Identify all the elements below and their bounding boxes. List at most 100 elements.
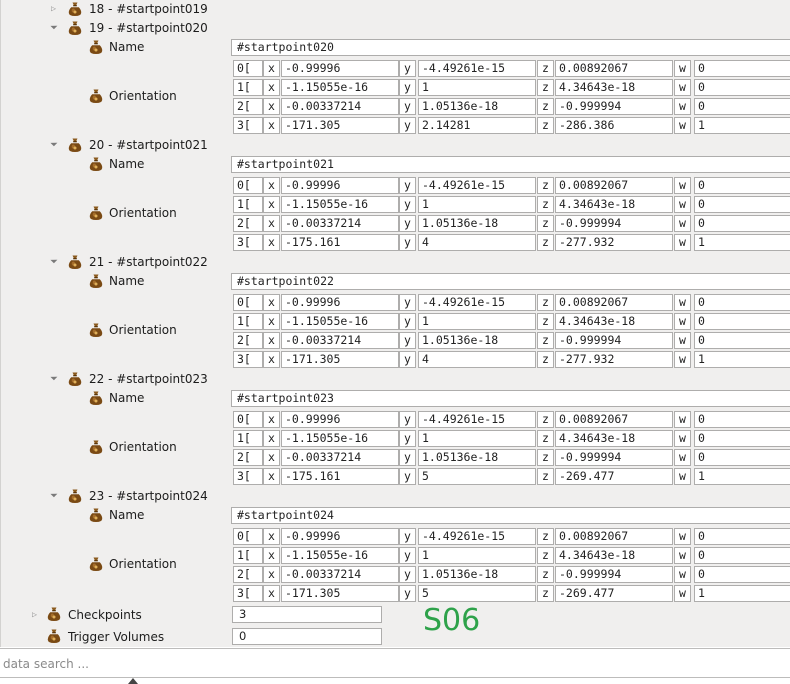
z-value-field[interactable]: -277.932 bbox=[555, 351, 673, 368]
z-value-field[interactable]: 0.00892067 bbox=[555, 411, 673, 428]
z-value-field[interactable]: -269.477 bbox=[555, 468, 673, 485]
z-value-field[interactable]: 0.00892067 bbox=[555, 177, 673, 194]
z-value-field[interactable]: -0.999994 bbox=[555, 332, 673, 349]
z-value-field[interactable]: 4.34643e-18 bbox=[555, 547, 673, 564]
y-value-field[interactable]: 1.05136e-18 bbox=[418, 449, 536, 466]
x-value-field[interactable]: -171.305 bbox=[281, 351, 399, 368]
z-value-field[interactable]: -286.386 bbox=[555, 117, 673, 134]
data-search-input[interactable] bbox=[0, 649, 785, 679]
y-value-field[interactable]: 1.05136e-18 bbox=[418, 215, 536, 232]
w-value-field[interactable]: 0 bbox=[694, 449, 790, 466]
y-value-field[interactable]: 2.14281 bbox=[418, 117, 536, 134]
y-value-field[interactable]: -4.49261e-15 bbox=[418, 528, 536, 545]
w-value-field[interactable]: 0 bbox=[694, 411, 790, 428]
w-value-field[interactable]: 1 bbox=[694, 234, 790, 251]
x-value-field[interactable]: -1.15055e-16 bbox=[281, 79, 399, 96]
x-value-field[interactable]: -0.99996 bbox=[281, 60, 399, 77]
z-value-field[interactable]: 4.34643e-18 bbox=[555, 430, 673, 447]
z-value-field[interactable]: 4.34643e-18 bbox=[555, 196, 673, 213]
w-value-field[interactable]: 0 bbox=[694, 98, 790, 115]
z-value-field[interactable]: 0.00892067 bbox=[555, 294, 673, 311]
w-value-field[interactable]: 0 bbox=[694, 528, 790, 545]
z-value-field[interactable]: -0.999994 bbox=[555, 98, 673, 115]
y-value-field[interactable]: 4 bbox=[418, 351, 536, 368]
y-value-field[interactable]: 1.05136e-18 bbox=[418, 566, 536, 583]
y-value-field[interactable]: 1 bbox=[418, 430, 536, 447]
y-value-field[interactable]: 1 bbox=[418, 79, 536, 96]
w-value-field[interactable]: 0 bbox=[694, 177, 790, 194]
z-value-field[interactable]: 0.00892067 bbox=[555, 60, 673, 77]
y-value-field[interactable]: 1.05136e-18 bbox=[418, 332, 536, 349]
z-value-field[interactable]: -0.999994 bbox=[555, 215, 673, 232]
w-value-field[interactable]: 0 bbox=[694, 79, 790, 96]
x-value-field[interactable]: -1.15055e-16 bbox=[281, 430, 399, 447]
name-value-field[interactable]: #startpoint022 bbox=[231, 273, 790, 290]
z-value-field[interactable]: -277.932 bbox=[555, 234, 673, 251]
y-value-field[interactable]: -4.49261e-15 bbox=[418, 177, 536, 194]
x-value-field[interactable]: -0.99996 bbox=[281, 294, 399, 311]
x-value-field[interactable]: -175.161 bbox=[281, 468, 399, 485]
z-value-field[interactable]: 4.34643e-18 bbox=[555, 79, 673, 96]
collapse-arrow-icon[interactable]: ◢ bbox=[48, 20, 62, 34]
x-axis-cell: x bbox=[263, 79, 280, 96]
x-value-field[interactable]: -171.305 bbox=[281, 117, 399, 134]
name-value-field[interactable]: #startpoint023 bbox=[231, 390, 790, 407]
x-value-field[interactable]: -0.99996 bbox=[281, 411, 399, 428]
collapse-arrow-icon[interactable]: ◢ bbox=[48, 488, 62, 502]
w-value-field[interactable]: 0 bbox=[694, 215, 790, 232]
x-value-field[interactable]: -0.00337214 bbox=[281, 332, 399, 349]
x-value-field[interactable]: -1.15055e-16 bbox=[281, 196, 399, 213]
expand-arrow-icon[interactable]: ▷ bbox=[51, 3, 59, 14]
z-value-field[interactable]: 0.00892067 bbox=[555, 528, 673, 545]
name-value-field[interactable]: #startpoint020 bbox=[231, 39, 790, 56]
money-bag-icon bbox=[88, 39, 104, 55]
w-value-field[interactable]: 0 bbox=[694, 313, 790, 330]
y-value-field[interactable]: -4.49261e-15 bbox=[418, 294, 536, 311]
x-value-field[interactable]: -0.00337214 bbox=[281, 215, 399, 232]
splitter-caret-icon[interactable] bbox=[128, 678, 138, 684]
x-value-field[interactable]: -1.15055e-16 bbox=[281, 313, 399, 330]
w-value-field[interactable]: 0 bbox=[694, 430, 790, 447]
y-value-field[interactable]: 4 bbox=[418, 234, 536, 251]
w-value-field[interactable]: 0 bbox=[694, 294, 790, 311]
y-value-field[interactable]: 1 bbox=[418, 313, 536, 330]
w-value-field[interactable]: 1 bbox=[694, 351, 790, 368]
w-value-field[interactable]: 1 bbox=[694, 117, 790, 134]
trigger-volumes-value-field[interactable]: 0 bbox=[232, 628, 382, 645]
z-value-field[interactable]: -269.477 bbox=[555, 585, 673, 602]
x-value-field[interactable]: -0.99996 bbox=[281, 528, 399, 545]
w-value-field[interactable]: 0 bbox=[694, 332, 790, 349]
z-value-field[interactable]: -0.999994 bbox=[555, 449, 673, 466]
x-value-field[interactable]: -0.00337214 bbox=[281, 566, 399, 583]
checkpoints-value-field[interactable]: 3 bbox=[232, 606, 382, 623]
y-value-field[interactable]: -4.49261e-15 bbox=[418, 60, 536, 77]
z-value-field[interactable]: -0.999994 bbox=[555, 566, 673, 583]
x-value-field[interactable]: -175.161 bbox=[281, 234, 399, 251]
collapse-arrow-icon[interactable]: ◢ bbox=[48, 371, 62, 385]
y-value-field[interactable]: 1 bbox=[418, 547, 536, 564]
x-value-field[interactable]: -0.00337214 bbox=[281, 98, 399, 115]
collapse-arrow-icon[interactable]: ◢ bbox=[48, 254, 62, 268]
w-value-field[interactable]: 0 bbox=[694, 566, 790, 583]
name-value-field[interactable]: #startpoint024 bbox=[231, 507, 790, 524]
x-value-field[interactable]: -0.00337214 bbox=[281, 449, 399, 466]
w-value-field[interactable]: 0 bbox=[694, 547, 790, 564]
x-value-field[interactable]: -171.305 bbox=[281, 585, 399, 602]
w-value-field[interactable]: 1 bbox=[694, 468, 790, 485]
w-value-field[interactable]: 0 bbox=[694, 60, 790, 77]
startpoint-item-label: 23 - #startpoint024 bbox=[89, 489, 208, 503]
w-value-field[interactable]: 1 bbox=[694, 585, 790, 602]
collapse-arrow-icon[interactable]: ◢ bbox=[48, 137, 62, 151]
y-value-field[interactable]: 5 bbox=[418, 585, 536, 602]
z-value-field[interactable]: 4.34643e-18 bbox=[555, 313, 673, 330]
y-value-field[interactable]: 1 bbox=[418, 196, 536, 213]
name-label: Name bbox=[109, 508, 145, 522]
x-value-field[interactable]: -0.99996 bbox=[281, 177, 399, 194]
name-value-field[interactable]: #startpoint021 bbox=[231, 156, 790, 173]
y-value-field[interactable]: -4.49261e-15 bbox=[418, 411, 536, 428]
x-value-field[interactable]: -1.15055e-16 bbox=[281, 547, 399, 564]
expand-arrow-icon[interactable]: ▷ bbox=[32, 609, 40, 620]
y-value-field[interactable]: 1.05136e-18 bbox=[418, 98, 536, 115]
w-value-field[interactable]: 0 bbox=[694, 196, 790, 213]
y-value-field[interactable]: 5 bbox=[418, 468, 536, 485]
